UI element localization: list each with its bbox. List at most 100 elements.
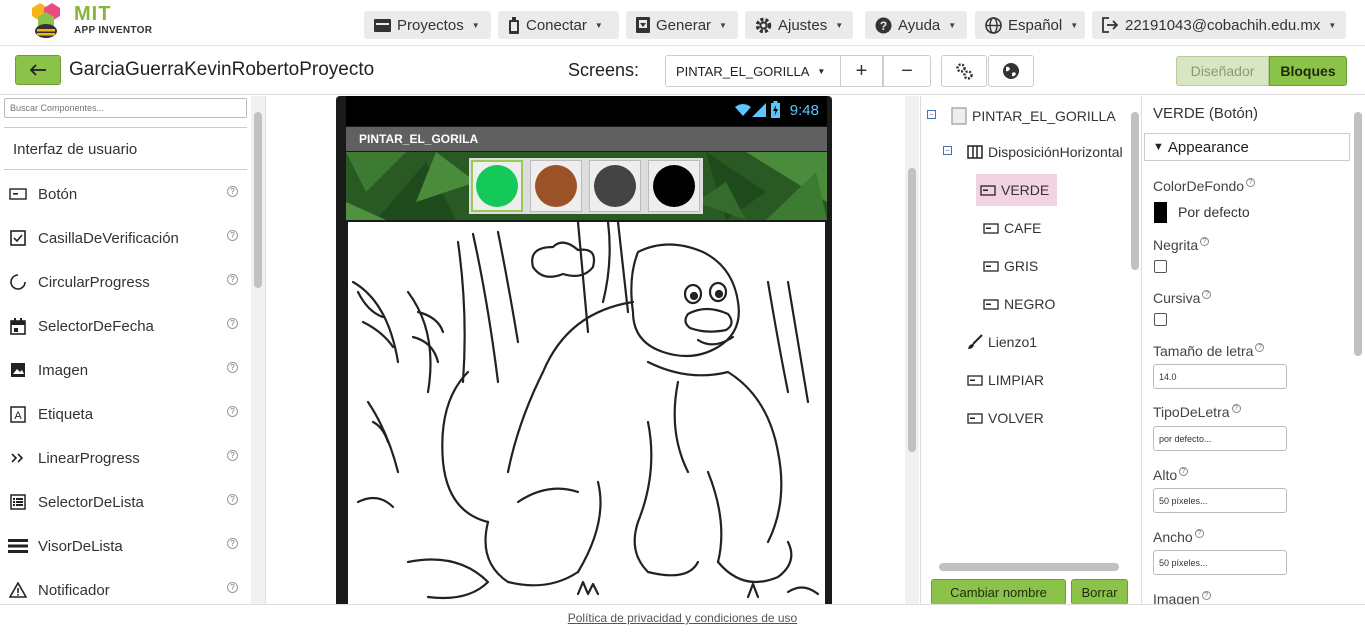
help-icon[interactable]: ?	[1246, 178, 1256, 187]
top-bar: MIT APP INVENTOR Proyectos ▼ Conectar ▼ …	[0, 0, 1365, 46]
remove-screen-button[interactable]: −	[883, 55, 931, 87]
component-search-input[interactable]	[4, 98, 247, 118]
menu-idioma-label: Español	[1008, 16, 1063, 34]
help-icon[interactable]: ?	[227, 406, 238, 417]
help-icon[interactable]: ?	[227, 582, 238, 593]
color-button-cafe[interactable]	[530, 160, 582, 212]
palette-item-imagen[interactable]: Imagen ?	[8, 358, 248, 382]
help-icon[interactable]: ?	[227, 186, 238, 197]
color-button-gris[interactable]	[589, 160, 641, 212]
color-swatch[interactable]	[1154, 202, 1167, 223]
width-input[interactable]: 50 píxeles...	[1153, 550, 1287, 575]
tree-node-screen[interactable]: PINTAR_EL_GORILLA	[951, 100, 1116, 132]
menu-ajustes[interactable]: Ajustes ▼	[745, 11, 853, 39]
palette-item-etiqueta[interactable]: A Etiqueta ?	[8, 402, 248, 426]
italic-checkbox[interactable]	[1154, 313, 1167, 326]
scrollbar-thumb[interactable]	[254, 112, 262, 288]
palette-item-circular-progress[interactable]: CircularProgress ?	[8, 270, 248, 294]
menu-idioma[interactable]: Español ▼	[975, 11, 1085, 39]
help-icon[interactable]: ?	[1255, 343, 1265, 352]
menu-conectar-label: Conectar	[526, 16, 587, 34]
horizontal-arrangement[interactable]	[346, 152, 827, 220]
phone-icon	[508, 16, 520, 34]
circular-progress-icon	[8, 272, 28, 292]
palette-item-notificador[interactable]: Notificador ?	[8, 578, 248, 602]
tree-node-limpiar[interactable]: LIMPIAR	[967, 364, 1044, 396]
delete-button[interactable]: Borrar	[1071, 579, 1128, 604]
tree-node-lienzo[interactable]: Lienzo1	[967, 326, 1037, 358]
tree-node-negro[interactable]: NEGRO	[983, 288, 1055, 320]
tree-node-arrangement[interactable]: DisposiciónHorizontal	[967, 136, 1123, 168]
account-menu[interactable]: 22191043@cobachih.edu.mx ▼	[1092, 11, 1346, 39]
properties-scrollbar[interactable]	[1351, 96, 1365, 604]
help-icon[interactable]: ?	[1201, 591, 1211, 600]
scrollbar-thumb[interactable]	[1354, 112, 1362, 356]
signal-icon	[752, 103, 766, 117]
canvas-lienzo1[interactable]	[348, 222, 825, 604]
color-button-negro[interactable]	[648, 160, 700, 212]
help-icon[interactable]: ?	[227, 538, 238, 549]
palette-item-selector-fecha[interactable]: SelectorDeFecha ?	[8, 314, 248, 338]
bold-checkbox[interactable]	[1154, 260, 1167, 273]
height-input[interactable]: 50 píxeles...	[1153, 488, 1287, 513]
palette-item-selector-lista[interactable]: SelectorDeLista ?	[8, 490, 248, 514]
palette-item-linear-progress[interactable]: LinearProgress ?	[8, 446, 248, 470]
viewer-scrollbar[interactable]	[905, 96, 919, 604]
list-picker-icon	[8, 492, 28, 512]
help-icon[interactable]: ?	[227, 274, 238, 285]
help-icon[interactable]: ?	[227, 362, 238, 373]
font-size-input[interactable]: 14.0	[1153, 364, 1287, 389]
appearance-section-header[interactable]: ▼ Appearance	[1144, 133, 1350, 161]
screen-selector[interactable]: PINTAR_EL_GORILLA ▼	[665, 55, 841, 87]
menu-ayuda[interactable]: ? Ayuda ▼	[865, 11, 967, 39]
palette-item-visor-lista[interactable]: VisorDeLista ?	[8, 534, 248, 558]
collapse-toggle[interactable]: −	[927, 110, 936, 119]
help-icon[interactable]: ?	[1200, 237, 1210, 246]
tree-node-volver[interactable]: VOLVER	[967, 402, 1044, 434]
help-icon[interactable]: ?	[227, 450, 238, 461]
tree-node-verde[interactable]: VERDE	[976, 174, 1058, 206]
help-icon[interactable]: ?	[1194, 529, 1204, 538]
palette-scrollbar[interactable]	[251, 96, 265, 604]
scrollbar-thumb[interactable]	[908, 168, 916, 452]
tree-node-gris[interactable]: GRIS	[983, 250, 1038, 282]
blocks-button[interactable]: Bloques	[1269, 56, 1347, 86]
back-button[interactable]	[15, 55, 61, 85]
menu-generar[interactable]: Generar ▼	[626, 11, 738, 39]
add-screen-button[interactable]: +	[840, 55, 883, 87]
help-icon[interactable]: ?	[227, 494, 238, 505]
tree-scrollbar[interactable]	[1128, 96, 1141, 604]
scrollbar-thumb[interactable]	[939, 563, 1119, 571]
collapse-toggle[interactable]: −	[943, 146, 952, 155]
palette-item-label: SelectorDeFecha	[38, 317, 154, 335]
color-button-verde[interactable]	[471, 160, 523, 212]
logout-icon	[1102, 17, 1119, 33]
help-icon[interactable]: ?	[1202, 290, 1212, 299]
help-icon[interactable]: ?	[1179, 467, 1189, 476]
palette-item-boton[interactable]: Botón ?	[8, 182, 248, 206]
palette-item-label: VisorDeLista	[38, 537, 123, 555]
menu-ajustes-label: Ajustes	[778, 16, 828, 34]
prop-value-colordefondo[interactable]: Por defecto	[1178, 204, 1250, 220]
rename-button[interactable]: Cambiar nombre	[931, 579, 1066, 604]
help-icon[interactable]: ?	[227, 318, 238, 329]
tree-node-cafe[interactable]: CAFE	[983, 212, 1041, 244]
list-view-icon	[8, 536, 28, 556]
help-icon[interactable]: ?	[227, 230, 238, 241]
palette-category-ui[interactable]: Interfaz de usuario	[13, 141, 137, 158]
designer-button[interactable]: Diseñador	[1176, 56, 1269, 86]
language-preview-button[interactable]	[988, 55, 1034, 87]
scrollbar-thumb[interactable]	[1131, 112, 1139, 270]
font-type-input[interactable]: por defecto...	[1153, 426, 1287, 451]
button-icon	[967, 374, 983, 386]
help-icon[interactable]: ?	[1231, 404, 1241, 413]
privacy-link[interactable]: Política de privacidad y condiciones de …	[568, 611, 797, 625]
tree-horizontal-scrollbar[interactable]	[929, 562, 1129, 572]
menu-conectar[interactable]: Conectar ▼	[498, 11, 619, 39]
palette-item-label: LinearProgress	[38, 449, 140, 467]
package-icon	[636, 17, 650, 33]
app-inventor-logo[interactable]: MIT APP INVENTOR	[24, 2, 154, 42]
project-properties-button[interactable]	[941, 55, 987, 87]
palette-item-casilla[interactable]: CasillaDeVerificación ?	[8, 226, 248, 250]
menu-proyectos[interactable]: Proyectos ▼	[364, 11, 491, 39]
